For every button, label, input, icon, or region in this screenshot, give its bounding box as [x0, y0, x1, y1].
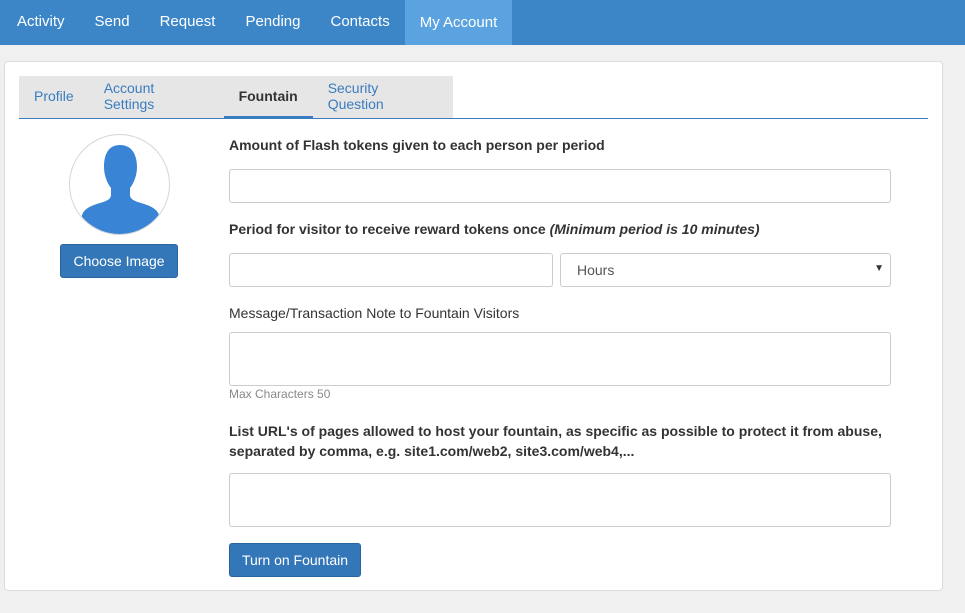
nav-item-activity[interactable]: Activity	[0, 0, 80, 42]
message-label: Message/Transaction Note to Fountain Vis…	[229, 305, 520, 321]
account-tabs: Profile Account Settings Fountain Securi…	[19, 76, 453, 119]
user-silhouette-icon	[82, 145, 159, 234]
nav-item-contacts[interactable]: Contacts	[316, 0, 405, 42]
choose-image-button[interactable]: Choose Image	[60, 244, 178, 278]
tab-divider	[19, 118, 928, 119]
amount-input[interactable]	[229, 169, 891, 203]
nav-item-pending[interactable]: Pending	[230, 0, 315, 42]
amount-label: Amount of Flash tokens given to each per…	[229, 137, 605, 153]
nav-item-request[interactable]: Request	[145, 0, 231, 42]
tab-fountain[interactable]: Fountain	[223, 76, 313, 119]
urls-label-line2: separated by comma, e.g. site1.com/web2,…	[229, 443, 635, 459]
period-label-text: Period for visitor to receive reward tok…	[229, 221, 546, 237]
urls-label-line1: List URL's of pages allowed to host your…	[229, 423, 882, 439]
period-unit-select[interactable]: Hours ▼	[560, 253, 891, 287]
chevron-down-icon: ▼	[874, 263, 884, 274]
nav-item-send[interactable]: Send	[80, 0, 145, 42]
tab-profile[interactable]: Profile	[19, 76, 89, 116]
turn-on-fountain-button[interactable]: Turn on Fountain	[229, 543, 361, 577]
urls-textarea[interactable]	[229, 473, 891, 527]
period-unit-value: Hours	[577, 262, 615, 278]
urls-label: List URL's of pages allowed to host your…	[229, 421, 882, 461]
message-textarea[interactable]	[229, 332, 891, 386]
tab-account-settings[interactable]: Account Settings	[89, 76, 224, 116]
period-input[interactable]	[229, 253, 553, 287]
period-minimum-note: (Minimum period is 10 minutes)	[549, 221, 760, 237]
account-panel: Profile Account Settings Fountain Securi…	[4, 61, 943, 591]
tab-security-question[interactable]: Security Question	[313, 76, 453, 116]
avatar	[69, 134, 170, 235]
top-nav: Activity Send Request Pending Contacts M…	[0, 0, 965, 45]
message-char-hint: Max Characters 50	[229, 387, 331, 401]
nav-item-my-account[interactable]: My Account	[404, 0, 513, 45]
period-label: Period for visitor to receive reward tok…	[229, 221, 760, 237]
